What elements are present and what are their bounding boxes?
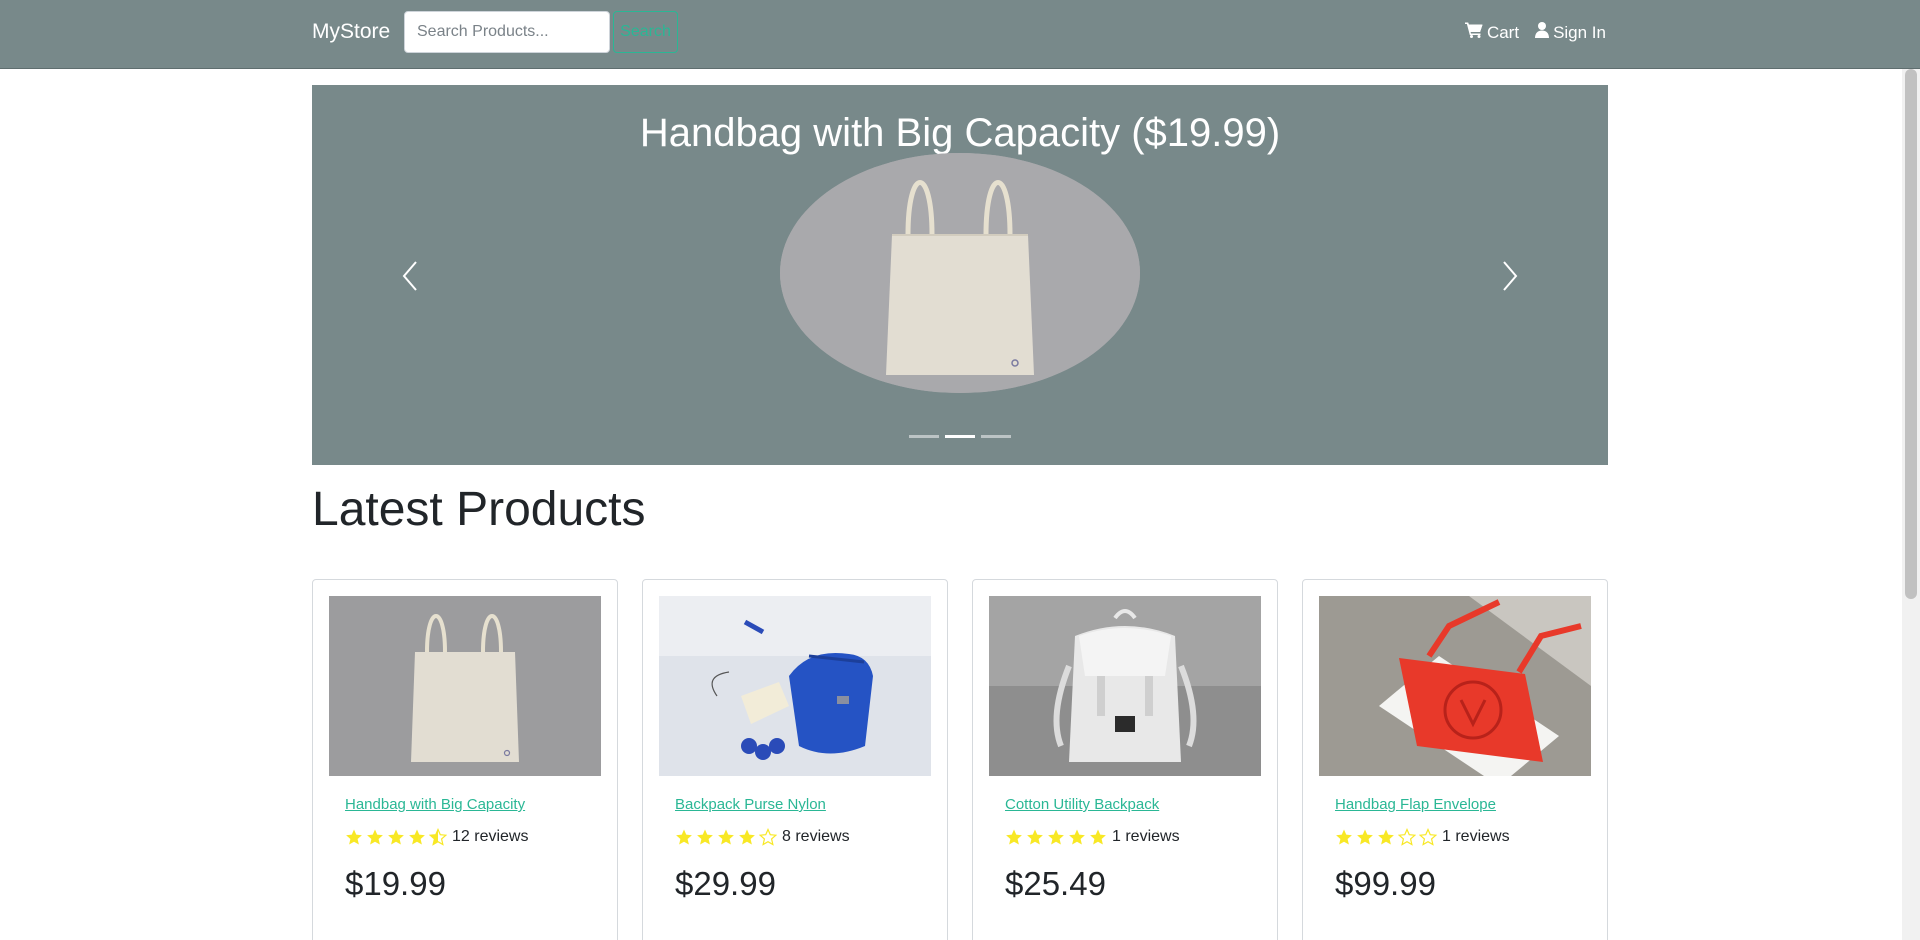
product-price: $29.99 bbox=[675, 865, 776, 902]
carousel-product-image[interactable] bbox=[780, 153, 1140, 393]
brand-link[interactable]: MyStore bbox=[312, 20, 390, 44]
chevron-left-icon bbox=[390, 261, 430, 300]
star-full-icon bbox=[1356, 828, 1374, 846]
cart-label: Cart bbox=[1486, 22, 1520, 42]
product-image[interactable] bbox=[1319, 596, 1591, 776]
product-price: $25.49 bbox=[1005, 865, 1106, 902]
product-title-link[interactable]: Handbag Flap Envelope bbox=[1335, 796, 1496, 813]
page-scrollbar[interactable] bbox=[1902, 69, 1920, 940]
product-price: $99.99 bbox=[1335, 865, 1436, 902]
search-input[interactable] bbox=[404, 11, 610, 53]
star-full-icon bbox=[1068, 828, 1086, 846]
star-full-icon bbox=[1005, 828, 1023, 846]
carousel-indicator-2[interactable] bbox=[945, 435, 975, 438]
product-card: Backpack Purse Nylon 8 reviews $29.99 bbox=[642, 579, 948, 940]
product-price: $19.99 bbox=[345, 865, 446, 902]
product-title-link[interactable]: Handbag with Big Capacity bbox=[345, 796, 525, 813]
star-full-icon bbox=[345, 828, 363, 846]
carousel-indicator-3[interactable] bbox=[981, 435, 1011, 438]
carousel-caption[interactable]: Handbag with Big Capacity ($19.99) bbox=[312, 111, 1608, 156]
star-full-icon bbox=[696, 828, 714, 846]
star-full-icon bbox=[366, 828, 384, 846]
star-full-icon bbox=[717, 828, 735, 846]
star-full-icon bbox=[738, 828, 756, 846]
carousel-prev-button[interactable] bbox=[390, 256, 430, 296]
product-rating: 12 reviews bbox=[345, 828, 528, 846]
product-carousel: Handbag with Big Capacity ($19.99) bbox=[312, 85, 1608, 465]
star-full-icon bbox=[1377, 828, 1395, 846]
cart-link[interactable]: Cart bbox=[1464, 22, 1520, 43]
product-card: Handbag with Big Capacity 12 reviews $19… bbox=[312, 579, 618, 940]
star-full-icon bbox=[675, 828, 693, 846]
review-count: 8 reviews bbox=[782, 828, 850, 845]
search-button[interactable]: Search bbox=[613, 11, 678, 53]
product-card: Handbag Flap Envelope 1 reviews $99.99 bbox=[1302, 579, 1608, 940]
product-rating: 1 reviews bbox=[1005, 828, 1180, 846]
carousel-next-button[interactable] bbox=[1490, 256, 1530, 296]
shopping-cart-icon bbox=[1464, 22, 1483, 43]
star-half-icon bbox=[429, 828, 447, 846]
product-title-link[interactable]: Cotton Utility Backpack bbox=[1005, 796, 1159, 813]
product-image[interactable] bbox=[989, 596, 1261, 776]
review-count: 1 reviews bbox=[1442, 828, 1510, 845]
carousel-indicator-1[interactable] bbox=[909, 435, 939, 438]
star-full-icon bbox=[1335, 828, 1353, 846]
nav-links: Cart Sign In bbox=[1464, 22, 1606, 43]
review-count: 1 reviews bbox=[1112, 828, 1180, 845]
star-full-icon bbox=[387, 828, 405, 846]
signin-link[interactable]: Sign In bbox=[1535, 22, 1606, 43]
star-full-icon bbox=[408, 828, 426, 846]
chevron-right-icon bbox=[1490, 261, 1530, 300]
signin-label: Sign In bbox=[1553, 22, 1606, 42]
carousel-indicators bbox=[312, 435, 1608, 438]
product-image[interactable] bbox=[659, 596, 931, 776]
product-rating: 8 reviews bbox=[675, 828, 850, 846]
product-image[interactable] bbox=[329, 596, 601, 776]
star-empty-icon bbox=[759, 828, 777, 846]
star-empty-icon bbox=[1398, 828, 1416, 846]
product-rating: 1 reviews bbox=[1335, 828, 1510, 846]
user-icon bbox=[1535, 22, 1550, 43]
review-count: 12 reviews bbox=[452, 828, 529, 845]
product-title-link[interactable]: Backpack Purse Nylon bbox=[675, 796, 826, 813]
star-empty-icon bbox=[1419, 828, 1437, 846]
star-full-icon bbox=[1026, 828, 1044, 846]
product-card: Cotton Utility Backpack 1 reviews $25.49 bbox=[972, 579, 1278, 940]
star-full-icon bbox=[1047, 828, 1065, 846]
page-title: Latest Products bbox=[312, 483, 646, 536]
navbar: MyStore Search Cart Sign In bbox=[0, 0, 1920, 69]
navbar-inner: MyStore Search Cart Sign In bbox=[312, 0, 1608, 69]
scrollbar-thumb[interactable] bbox=[1905, 69, 1917, 599]
star-full-icon bbox=[1089, 828, 1107, 846]
